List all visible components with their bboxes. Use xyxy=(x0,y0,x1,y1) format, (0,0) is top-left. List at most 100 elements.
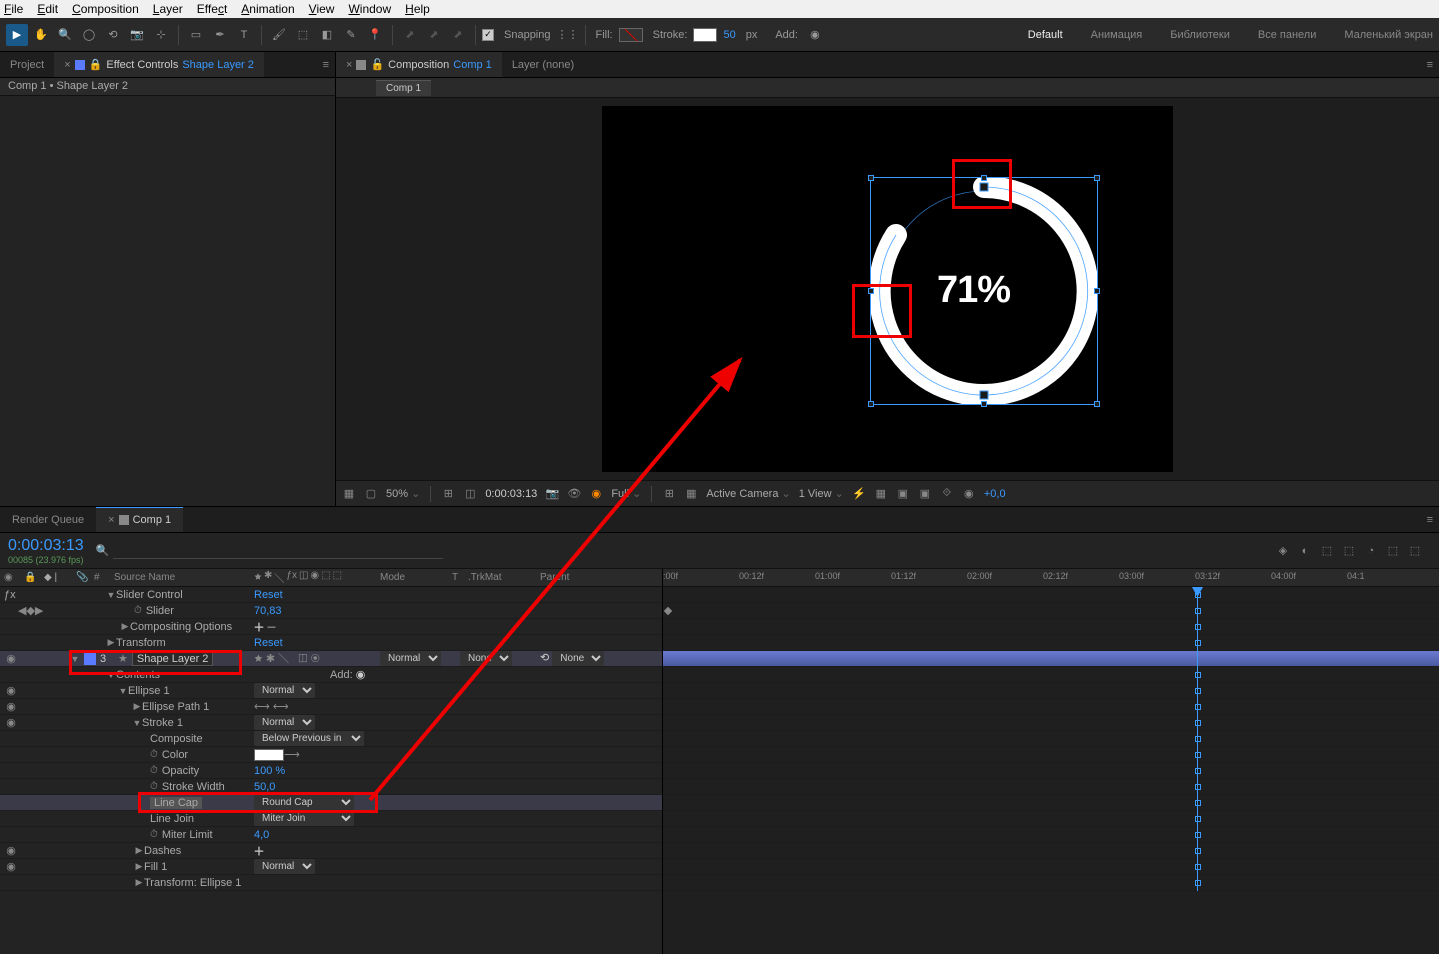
comp-mini-flowchart-icon[interactable]: ◈ xyxy=(1275,543,1291,559)
camera-dropdown[interactable]: Active Camera xyxy=(706,487,790,500)
row-ellipse-path[interactable]: ◉▶ Ellipse Path 1 ⟷ ⟷ xyxy=(0,699,662,715)
brush-tool-icon[interactable]: 🖌 xyxy=(268,24,290,46)
timeline-comp-tab[interactable]: × Comp 1 xyxy=(96,507,183,532)
roto-tool-icon[interactable]: ✎ xyxy=(340,24,362,46)
frame-blend-icon[interactable]: ⬚ xyxy=(1341,543,1357,559)
viewer[interactable]: 71% xyxy=(336,98,1439,480)
workspace-anim[interactable]: Анимация xyxy=(1091,29,1143,41)
pin-tool-icon[interactable]: 📍 xyxy=(364,24,386,46)
timeline-icon[interactable]: ⟐ xyxy=(940,487,954,501)
camera-tool-icon[interactable]: 📷 xyxy=(126,24,148,46)
composition-tab[interactable]: × 🔓 Composition Comp 1 xyxy=(336,52,502,77)
menu-file[interactable]: FFileile xyxy=(4,2,23,16)
menu-view[interactable]: View xyxy=(309,2,335,16)
row-composite[interactable]: Composite Below Previous in Sa xyxy=(0,731,662,747)
row-opacity[interactable]: ⏱ Opacity 100 % xyxy=(0,763,662,779)
row-ellipse1[interactable]: ◉▼ Ellipse 1 Normal xyxy=(0,683,662,699)
lock-icon[interactable]: 🔓 xyxy=(370,58,384,71)
row-miter-limit[interactable]: ⏱ Miter Limit 4,0 xyxy=(0,827,662,843)
stroke-width-value[interactable]: 50 xyxy=(723,29,735,41)
grid-icon[interactable]: ⊞ xyxy=(662,487,676,501)
snap-opts-icon[interactable]: ⋮⋮ xyxy=(557,24,579,46)
text-tool-icon[interactable]: T xyxy=(233,24,255,46)
snapping-checkbox[interactable]: ✓ xyxy=(482,29,494,41)
lock-icon[interactable]: 🔒 xyxy=(89,58,103,71)
stroke-swatch[interactable] xyxy=(693,28,717,42)
quality-dropdown[interactable]: Full xyxy=(611,487,641,500)
playhead[interactable] xyxy=(1197,587,1198,891)
parent-dropdown[interactable]: None xyxy=(552,651,604,666)
zoom-tool-icon[interactable]: 🔍 xyxy=(54,24,76,46)
anchor-tool-icon[interactable]: ⊹ xyxy=(150,24,172,46)
workspace-lib[interactable]: Библиотеки xyxy=(1170,29,1230,41)
local-axis-icon[interactable]: ⬈ xyxy=(399,24,421,46)
channel-icon[interactable]: ◉ xyxy=(589,487,603,501)
row-fill1[interactable]: ◉▶ Fill 1 Normal xyxy=(0,859,662,875)
stamp-tool-icon[interactable]: ⬚ xyxy=(292,24,314,46)
layer-bar[interactable] xyxy=(663,651,1439,667)
row-line-join[interactable]: Line Join Miter Join xyxy=(0,811,662,827)
workspace-all[interactable]: Все панели xyxy=(1258,29,1316,41)
draft-3d-icon[interactable]: ▦ xyxy=(874,487,888,501)
exposure-value[interactable]: +0,0 xyxy=(984,488,1006,500)
row-transform-ellipse[interactable]: ▶ Transform: Ellipse 1 xyxy=(0,875,662,891)
row-transform[interactable]: ▶ Transform Reset xyxy=(0,635,662,651)
timeline-tracks[interactable]: :00f 00:12f 01:00f 01:12f 02:00f 02:12f … xyxy=(663,569,1439,954)
render-queue-tab[interactable]: Render Queue xyxy=(0,507,96,532)
snapshot-icon[interactable]: 📷 xyxy=(545,487,559,501)
views-dropdown[interactable]: 1 View xyxy=(799,487,844,500)
menu-composition[interactable]: Composition xyxy=(72,2,139,16)
view-axis-icon[interactable]: ⬈ xyxy=(447,24,469,46)
rect-tool-icon[interactable]: ▭ xyxy=(185,24,207,46)
panel-menu-icon[interactable]: ≡ xyxy=(323,59,329,71)
canvas[interactable]: 71% xyxy=(602,106,1173,472)
fill-swatch[interactable] xyxy=(619,28,643,42)
menu-effect[interactable]: Effect xyxy=(197,2,227,16)
row-comp-options[interactable]: ▶ Compositing Options ＋－ xyxy=(0,619,662,635)
timeline-search-input[interactable] xyxy=(113,542,443,559)
hand-tool-icon[interactable]: ✋ xyxy=(30,24,52,46)
eraser-tool-icon[interactable]: ◧ xyxy=(316,24,338,46)
world-axis-icon[interactable]: ⬈ xyxy=(423,24,445,46)
menu-help[interactable]: Help xyxy=(405,2,430,16)
flowchart-icon[interactable]: ◉ xyxy=(962,487,976,501)
rotate-tool-icon[interactable]: ⟲ xyxy=(102,24,124,46)
workspace-default[interactable]: Default xyxy=(1028,29,1063,41)
project-tab[interactable]: Project xyxy=(0,52,54,77)
add-menu-icon[interactable]: ◉ xyxy=(804,24,826,46)
draft-3d-toggle-icon[interactable]: ◐ xyxy=(1297,543,1313,559)
effect-controls-tab[interactable]: × 🔒 Effect Controls Shape Layer 2 xyxy=(54,52,264,77)
brain-icon[interactable]: ⬚ xyxy=(1407,543,1423,559)
row-dashes[interactable]: ◉▶ Dashes ＋ xyxy=(0,843,662,859)
row-stroke1[interactable]: ◉▼ Stroke 1 Normal xyxy=(0,715,662,731)
motion-blur-icon[interactable]: ◔ xyxy=(1363,543,1379,559)
layer-tab[interactable]: Layer (none) xyxy=(502,52,584,77)
mode-dropdown[interactable]: Normal xyxy=(380,651,441,666)
res-icon[interactable]: ⊞ xyxy=(441,487,455,501)
panel-menu-icon[interactable]: ≡ xyxy=(1427,59,1433,71)
workspace-small[interactable]: Маленький экран xyxy=(1344,29,1433,41)
menu-layer[interactable]: Layer xyxy=(153,2,183,16)
graph-editor-icon[interactable]: ⬚ xyxy=(1385,543,1401,559)
timecode[interactable]: 0:00:03:13 xyxy=(8,537,84,555)
menu-edit[interactable]: Edit xyxy=(37,2,58,16)
panel-menu-icon[interactable]: ≡ xyxy=(1427,514,1433,526)
toggle-alpha-icon[interactable]: ▦ xyxy=(342,487,356,501)
selection-tool-icon[interactable]: ▶ xyxy=(6,24,28,46)
pen-tool-icon[interactable]: ✒ xyxy=(209,24,231,46)
row-slider-control[interactable]: ƒx ▼Slider Control Reset xyxy=(0,587,662,603)
toggle-transparency-icon[interactable]: ▢ xyxy=(364,487,378,501)
menu-animation[interactable]: Animation xyxy=(241,2,294,16)
row-slider[interactable]: ◀◆▶ ⏱ Slider 70,83 xyxy=(0,603,662,619)
region-icon[interactable]: ◫ xyxy=(463,487,477,501)
orbit-tool-icon[interactable]: ◯ xyxy=(78,24,100,46)
fast-preview-icon[interactable]: ⚡ xyxy=(852,487,866,501)
guides-icon[interactable]: ▦ xyxy=(684,487,698,501)
comp-sub-tab[interactable]: Comp 1 xyxy=(376,80,431,96)
hide-shy-icon[interactable]: ⬚ xyxy=(1319,543,1335,559)
trkmat-dropdown[interactable]: None xyxy=(460,651,512,666)
zoom-dropdown[interactable]: 50% xyxy=(386,487,420,500)
row-color[interactable]: ⏱ Color ⟶ xyxy=(0,747,662,763)
vp2-icon[interactable]: ▣ xyxy=(918,487,932,501)
menu-window[interactable]: Window xyxy=(348,2,391,16)
